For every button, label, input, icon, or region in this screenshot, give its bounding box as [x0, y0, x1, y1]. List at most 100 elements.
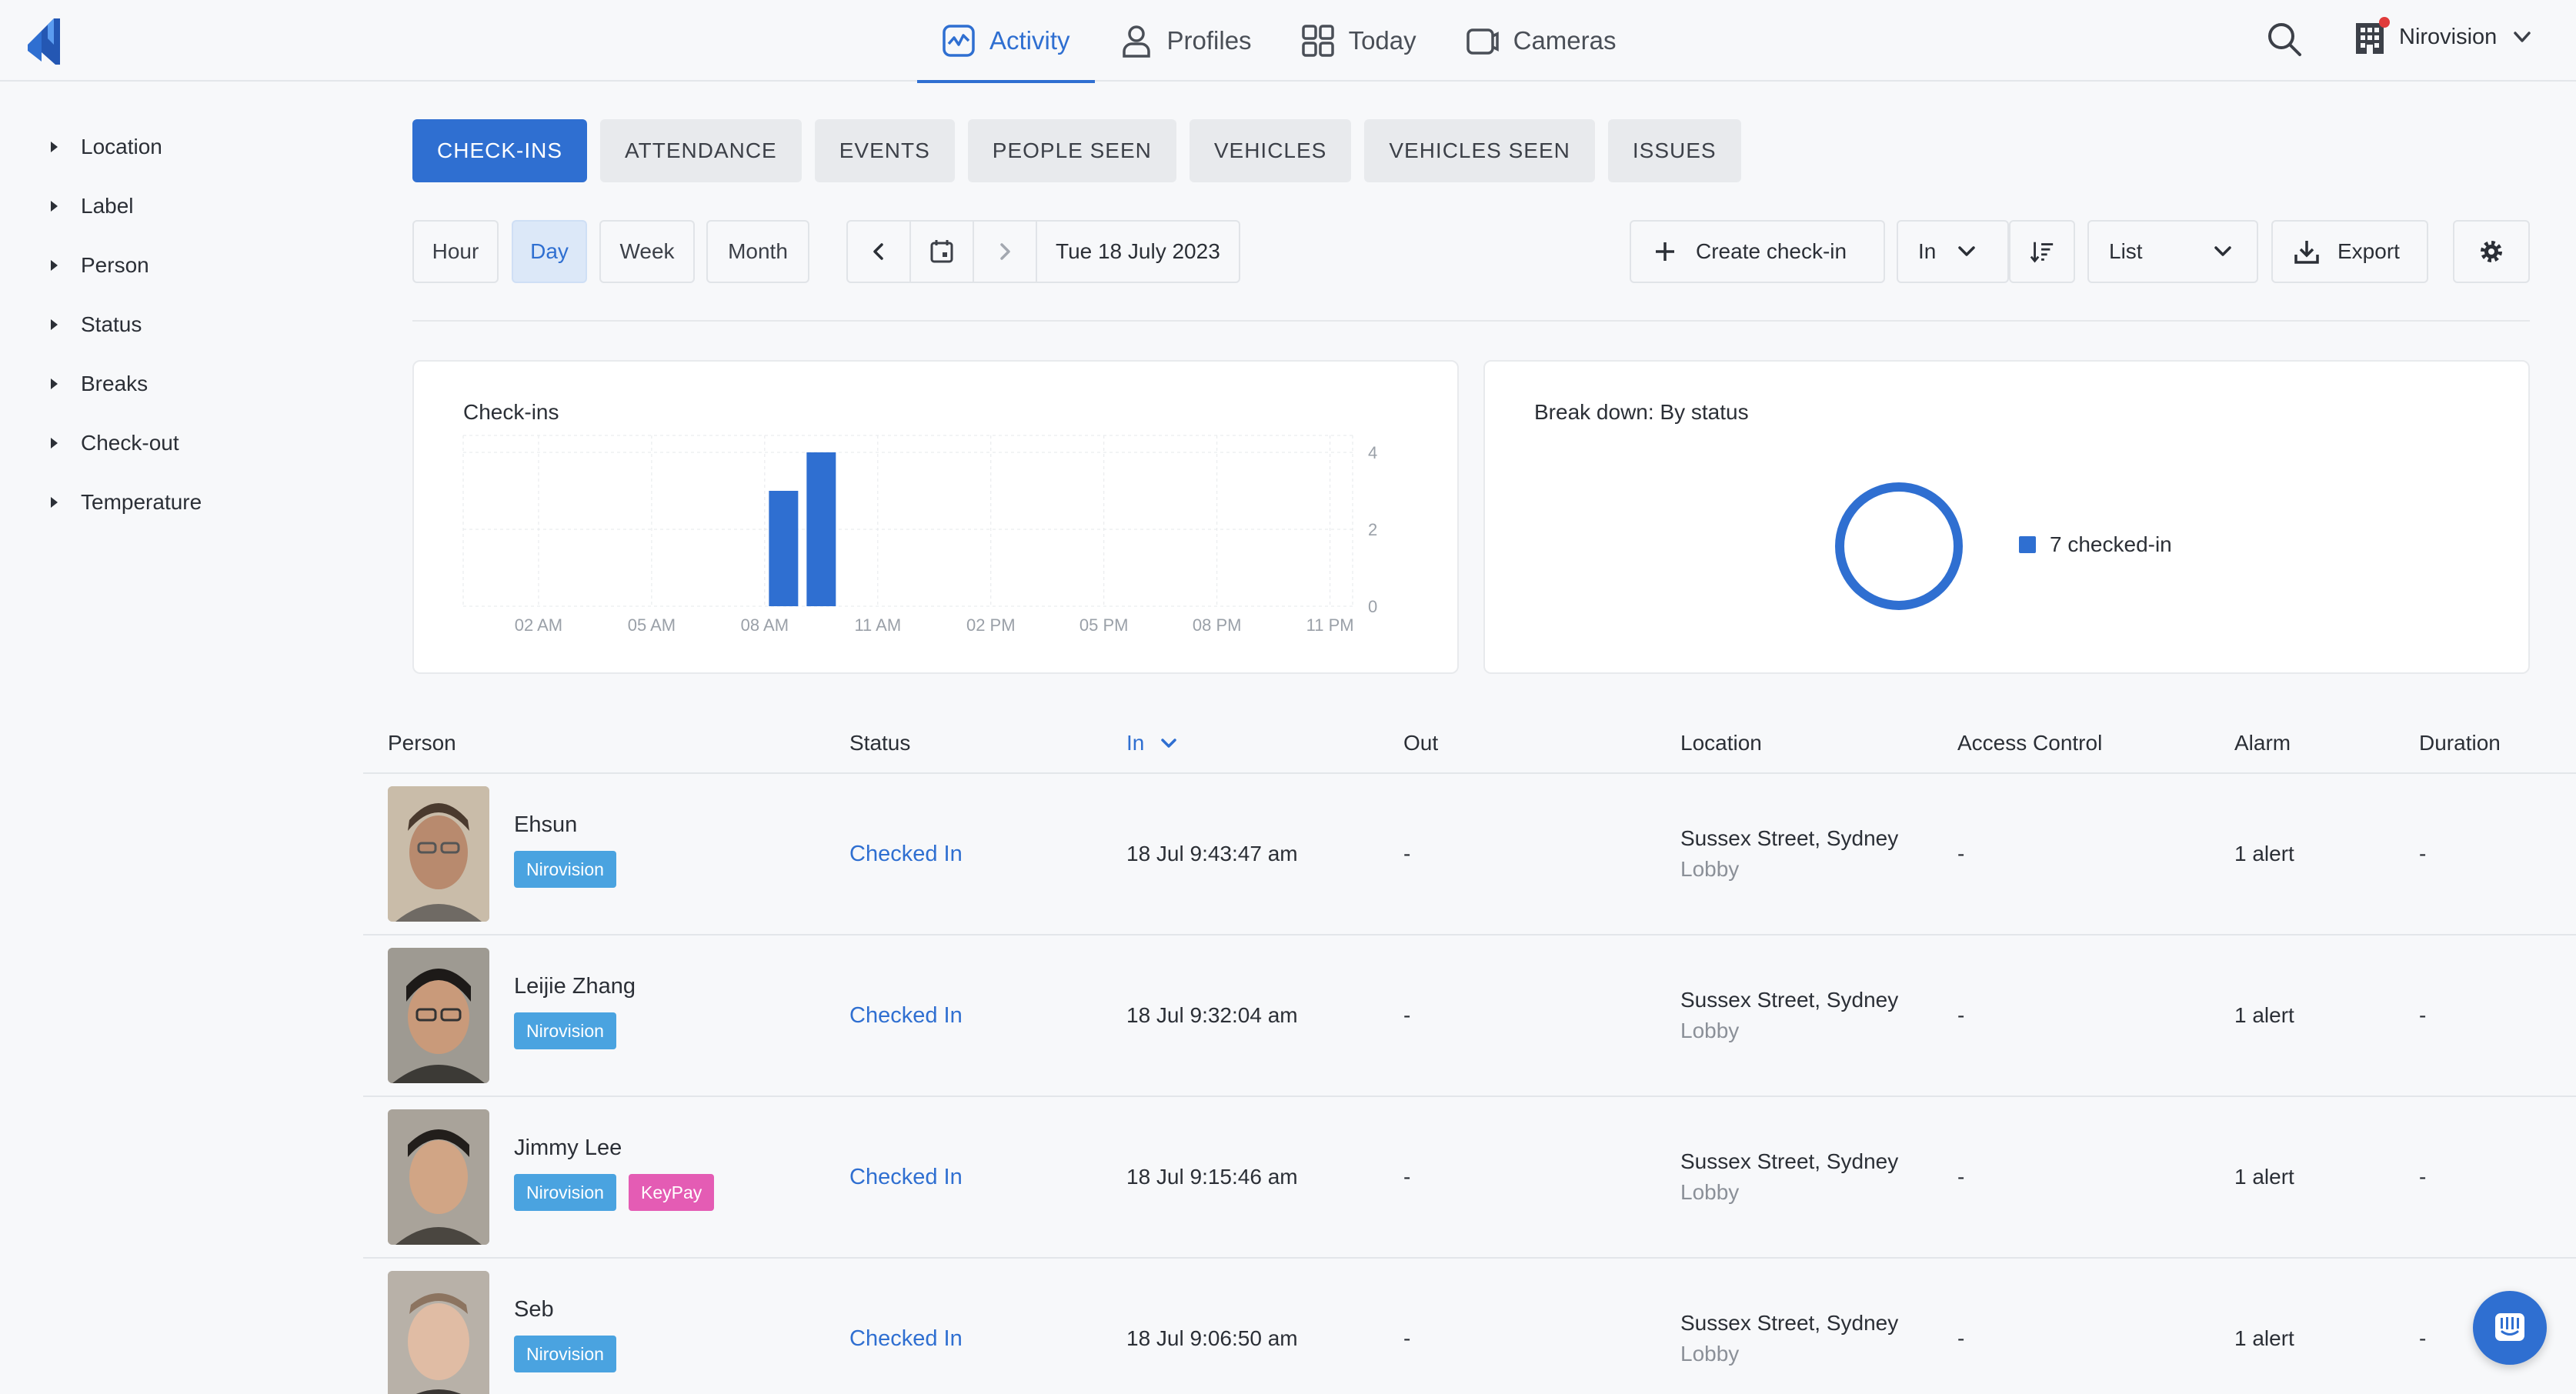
status-link[interactable]: Checked In: [849, 1165, 963, 1190]
status-link[interactable]: Checked In: [849, 1003, 963, 1029]
building-icon: [2354, 17, 2390, 54]
duration: -: [2419, 1003, 2427, 1027]
tab-issues[interactable]: ISSUES: [1607, 119, 1741, 182]
caret-right-icon: [51, 496, 58, 508]
filter-temperature[interactable]: Temperature: [0, 472, 339, 532]
calendar-button[interactable]: [911, 222, 974, 282]
status-link[interactable]: Checked In: [849, 842, 963, 867]
sublocation-name: Lobby: [1680, 1019, 1740, 1042]
in-time: 18 Jul 9:32:04 am: [1126, 1003, 1298, 1027]
nav-tab-cameras[interactable]: Cameras: [1441, 0, 1641, 82]
range-week-button[interactable]: Week: [599, 220, 695, 283]
tab-check-ins[interactable]: CHECK-INS: [412, 119, 588, 182]
alarm-count[interactable]: 1 alert: [2234, 1003, 2294, 1028]
export-label: Export: [2337, 239, 2400, 263]
filter-check-out[interactable]: Check-out: [0, 413, 339, 472]
breakdown-card: Break down: By status 7 checked-in: [1483, 360, 2530, 674]
alarm-count[interactable]: 1 alert: [2234, 1326, 2294, 1351]
location-name: Sussex Street, Sydney: [1680, 988, 1899, 1012]
nav-tab-label: Today: [1348, 26, 1416, 55]
table-row[interactable]: Jimmy Lee Nirovision KeyPay Checked In 1…: [363, 1097, 2576, 1259]
label-badges: Nirovision KeyPay: [514, 1174, 715, 1211]
tab-vehicles[interactable]: VEHICLES: [1189, 119, 1352, 182]
prev-date-button[interactable]: [848, 222, 911, 282]
download-icon: [2294, 241, 2319, 264]
create-check-in-button[interactable]: Create check-in: [1630, 220, 1885, 283]
out-time: -: [1403, 1003, 1411, 1027]
table-row[interactable]: Seb Nirovision Checked In 18 Jul 9:06:50…: [363, 1259, 2576, 1394]
range-day-button[interactable]: Day: [512, 220, 587, 283]
range-month-button[interactable]: Month: [706, 220, 809, 283]
person-name[interactable]: Leijie Zhang: [514, 974, 636, 999]
avatar: [388, 786, 489, 922]
alarm-count[interactable]: 1 alert: [2234, 842, 2294, 866]
col-location[interactable]: Location: [1680, 731, 1762, 755]
tab-people-seen[interactable]: PEOPLE SEEN: [967, 119, 1176, 182]
person-name[interactable]: Jimmy Lee: [514, 1136, 622, 1161]
col-alarm[interactable]: Alarm: [2234, 731, 2291, 755]
x-tick-label: 02 PM: [966, 615, 1016, 635]
caret-right-icon: [51, 200, 58, 212]
label-badge: Nirovision: [514, 851, 616, 888]
caret-right-icon: [51, 318, 58, 330]
status-link[interactable]: Checked In: [849, 1326, 963, 1352]
range-hour-button[interactable]: Hour: [412, 220, 499, 283]
x-tick-label: 11 AM: [854, 615, 901, 635]
notification-dot: [2379, 17, 2390, 28]
col-access-control[interactable]: Access Control: [1957, 731, 2102, 755]
person-name[interactable]: Ehsun: [514, 812, 577, 838]
alarm-count[interactable]: 1 alert: [2234, 1165, 2294, 1189]
duration: -: [2419, 842, 2427, 865]
camera-icon: [1466, 28, 1499, 55]
x-tick-label: 08 PM: [1193, 615, 1242, 635]
col-status[interactable]: Status: [849, 731, 910, 755]
filter-label-item[interactable]: Label: [0, 176, 339, 235]
label-badge: Nirovision: [514, 1336, 616, 1372]
filter-label: Location: [81, 134, 162, 158]
col-person[interactable]: Person: [388, 731, 456, 755]
access-control: -: [1957, 1165, 1965, 1189]
table-row[interactable]: Leijie Zhang Nirovision Checked In 18 Ju…: [363, 935, 2576, 1097]
nav-tab-label: Cameras: [1513, 26, 1617, 55]
nirovision-logo[interactable]: [28, 14, 60, 65]
in-time: 18 Jul 9:15:46 am: [1126, 1165, 1298, 1189]
caret-right-icon: [51, 378, 58, 389]
plus-icon: [1656, 242, 1674, 261]
filter-breaks[interactable]: Breaks: [0, 354, 339, 413]
tab-attendance[interactable]: ATTENDANCE: [600, 119, 802, 182]
col-duration[interactable]: Duration: [2419, 731, 2501, 755]
search-icon[interactable]: [2267, 22, 2302, 57]
calendar-icon: [930, 240, 953, 263]
chat-support-button[interactable]: [2473, 1291, 2547, 1365]
view-select[interactable]: List: [2087, 220, 2258, 283]
access-control: -: [1957, 1003, 1965, 1027]
access-control: -: [1957, 1326, 1965, 1350]
col-in-sorted[interactable]: In: [1126, 731, 1180, 755]
check-ins-bar-chart: 02 AM 05 AM 08 AM 11 AM 02 PM 05 PM 08 PM 11 PM…: [462, 435, 1377, 635]
filter-location[interactable]: Location: [0, 117, 339, 176]
filter-person[interactable]: Person: [0, 235, 339, 295]
sort-button[interactable]: [2009, 220, 2075, 283]
export-button[interactable]: Export: [2271, 220, 2428, 283]
grid-icon: [1301, 25, 1334, 57]
nav-tab-profiles[interactable]: Profiles: [1095, 0, 1276, 82]
nav-tab-today[interactable]: Today: [1276, 0, 1441, 82]
duration: -: [2419, 1165, 2427, 1189]
donut-legend: 7 checked-in: [2019, 532, 2172, 557]
tab-vehicles-seen[interactable]: VEHICLES SEEN: [1364, 119, 1595, 182]
tab-events[interactable]: EVENTS: [814, 119, 955, 182]
next-date-button[interactable]: [974, 222, 1037, 282]
person-name[interactable]: Seb: [514, 1297, 554, 1322]
table-row[interactable]: Ehsun Nirovision Checked In 18 Jul 9:43:…: [363, 774, 2576, 935]
filter-status[interactable]: Status: [0, 295, 339, 354]
location-name: Sussex Street, Sydney: [1680, 826, 1899, 850]
nav-tab-activity[interactable]: Activity: [917, 0, 1095, 83]
date-navigator: Tue 18 July 2023: [846, 220, 1240, 283]
filter-label: Person: [81, 252, 149, 277]
location-name: Sussex Street, Sydney: [1680, 1311, 1899, 1335]
org-switcher[interactable]: Nirovision: [2354, 17, 2534, 54]
top-bar: Activity Profiles Today Cameras Nirovisi…: [0, 0, 2576, 83]
col-out[interactable]: Out: [1403, 731, 1438, 755]
settings-button[interactable]: [2453, 220, 2530, 283]
direction-select[interactable]: In: [1897, 220, 2009, 283]
